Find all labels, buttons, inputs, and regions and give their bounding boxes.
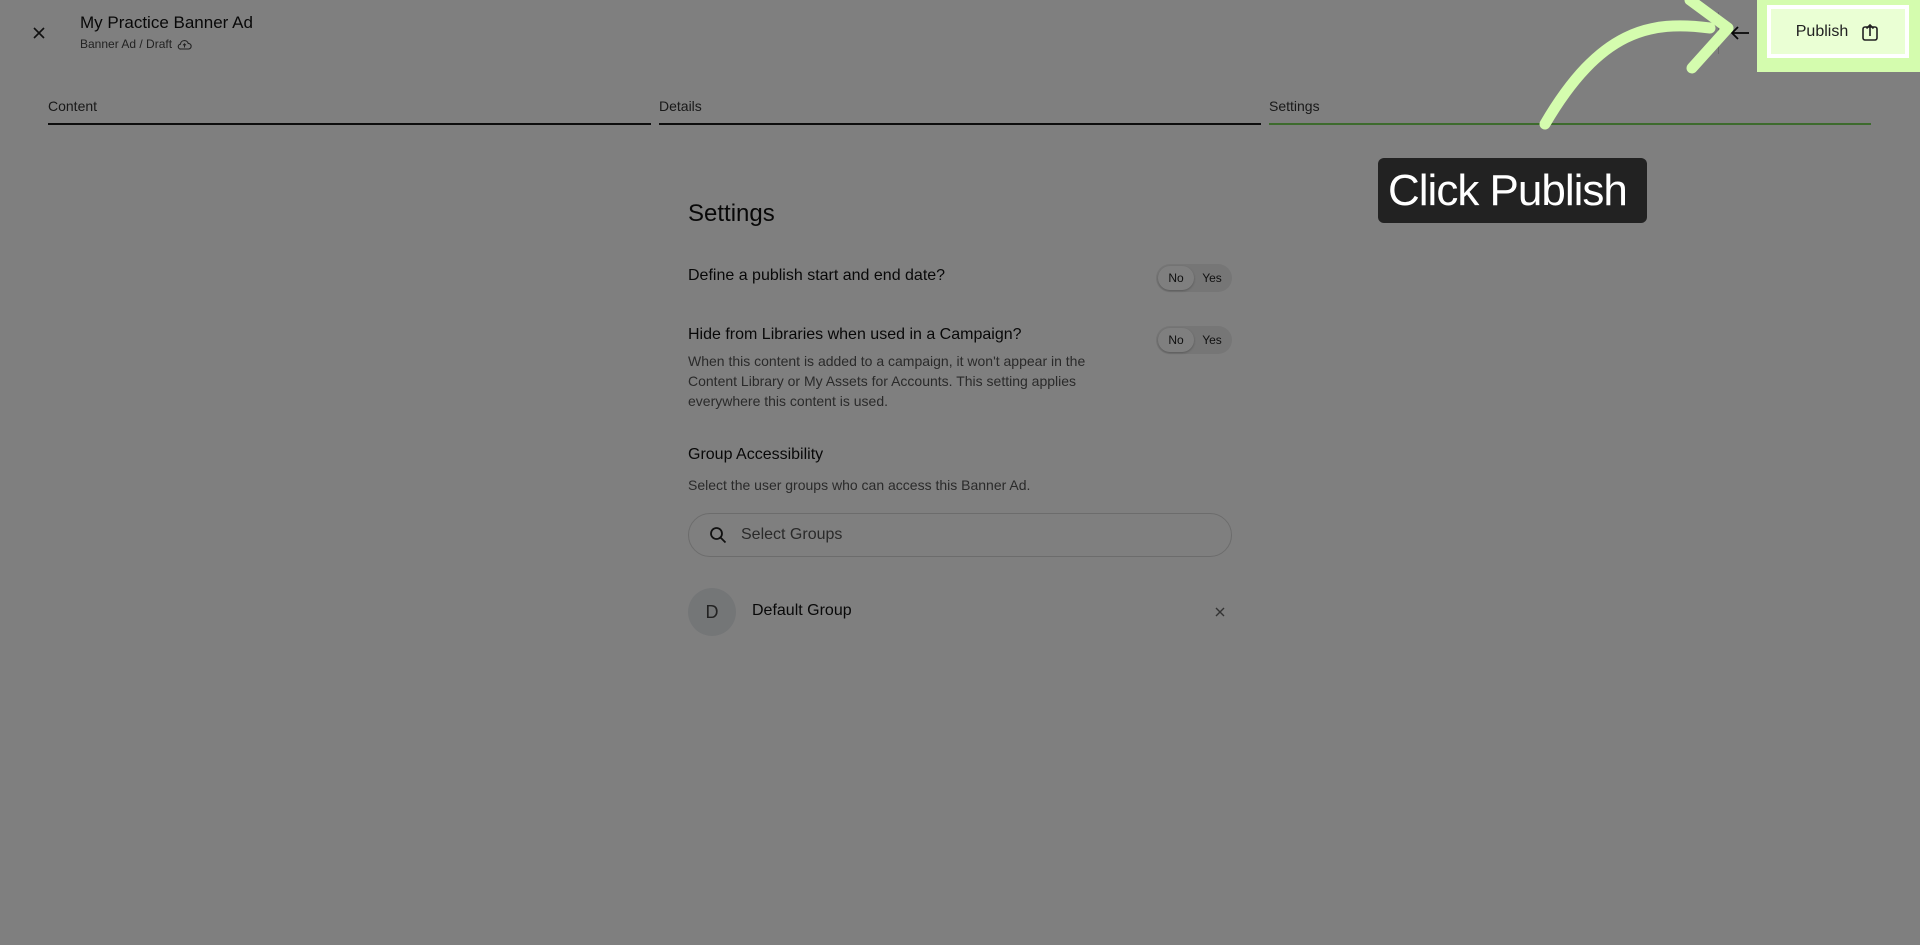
arrow-head (1684, 0, 1734, 74)
avatar: D (688, 588, 736, 636)
page-title: My Practice Banner Ad (80, 13, 253, 32)
toggle-yes[interactable]: Yes (1194, 266, 1230, 290)
tab-content[interactable]: Content (48, 95, 651, 125)
tab-label: Details (659, 98, 702, 114)
tab-settings[interactable]: Settings (1269, 95, 1871, 125)
cloud-sync-icon (177, 39, 192, 50)
settings-title: Settings (688, 200, 775, 227)
list-item: D Default Group (688, 588, 1232, 636)
toggle-no[interactable]: No (1158, 328, 1194, 352)
tab-label: Content (48, 98, 98, 114)
group-access-description: Select the user groups who can access th… (688, 477, 1031, 493)
group-access-label: Group Accessibility (688, 446, 824, 463)
hide-libraries-description: When this content is added to a campaign… (688, 353, 1086, 409)
breadcrumb: Banner Ad / Draft (80, 37, 253, 51)
title-block: My Practice Banner Ad Banner Ad / Draft (80, 12, 253, 51)
close-button[interactable] (26, 20, 52, 46)
tab-label: Settings (1269, 98, 1320, 114)
publish-dates-label: Define a publish start and end date? (688, 267, 946, 284)
publish-upload-icon (1862, 23, 1879, 41)
header-divider (1718, 12, 1719, 54)
arrow-left-icon (1730, 26, 1749, 40)
toggle-no[interactable]: No (1158, 266, 1194, 290)
group-search-input[interactable] (739, 525, 1183, 545)
dim-overlay (0, 0, 1920, 945)
callout-label: Click Publish (1378, 158, 1647, 223)
tab-details[interactable]: Details (659, 95, 1261, 125)
back-button[interactable] (1724, 17, 1756, 49)
group-name: Default Group (752, 602, 852, 619)
pointer-arrow (1539, 0, 1734, 130)
publish-dates-toggle[interactable]: No Yes (1156, 264, 1232, 292)
remove-group-button[interactable] (1208, 600, 1232, 624)
publish-button[interactable]: Publish (1767, 5, 1909, 58)
toggle-yes[interactable]: Yes (1194, 328, 1230, 352)
group-search[interactable] (688, 513, 1232, 557)
close-icon (33, 27, 45, 39)
hide-libraries-label: Hide from Libraries when used in a Campa… (688, 326, 1022, 343)
close-icon (1215, 607, 1225, 617)
breadcrumb-text: Banner Ad / Draft (80, 37, 173, 51)
hide-libraries-toggle[interactable]: No Yes (1156, 326, 1232, 354)
search-icon (710, 527, 727, 544)
publish-label: Publish (1795, 22, 1849, 40)
